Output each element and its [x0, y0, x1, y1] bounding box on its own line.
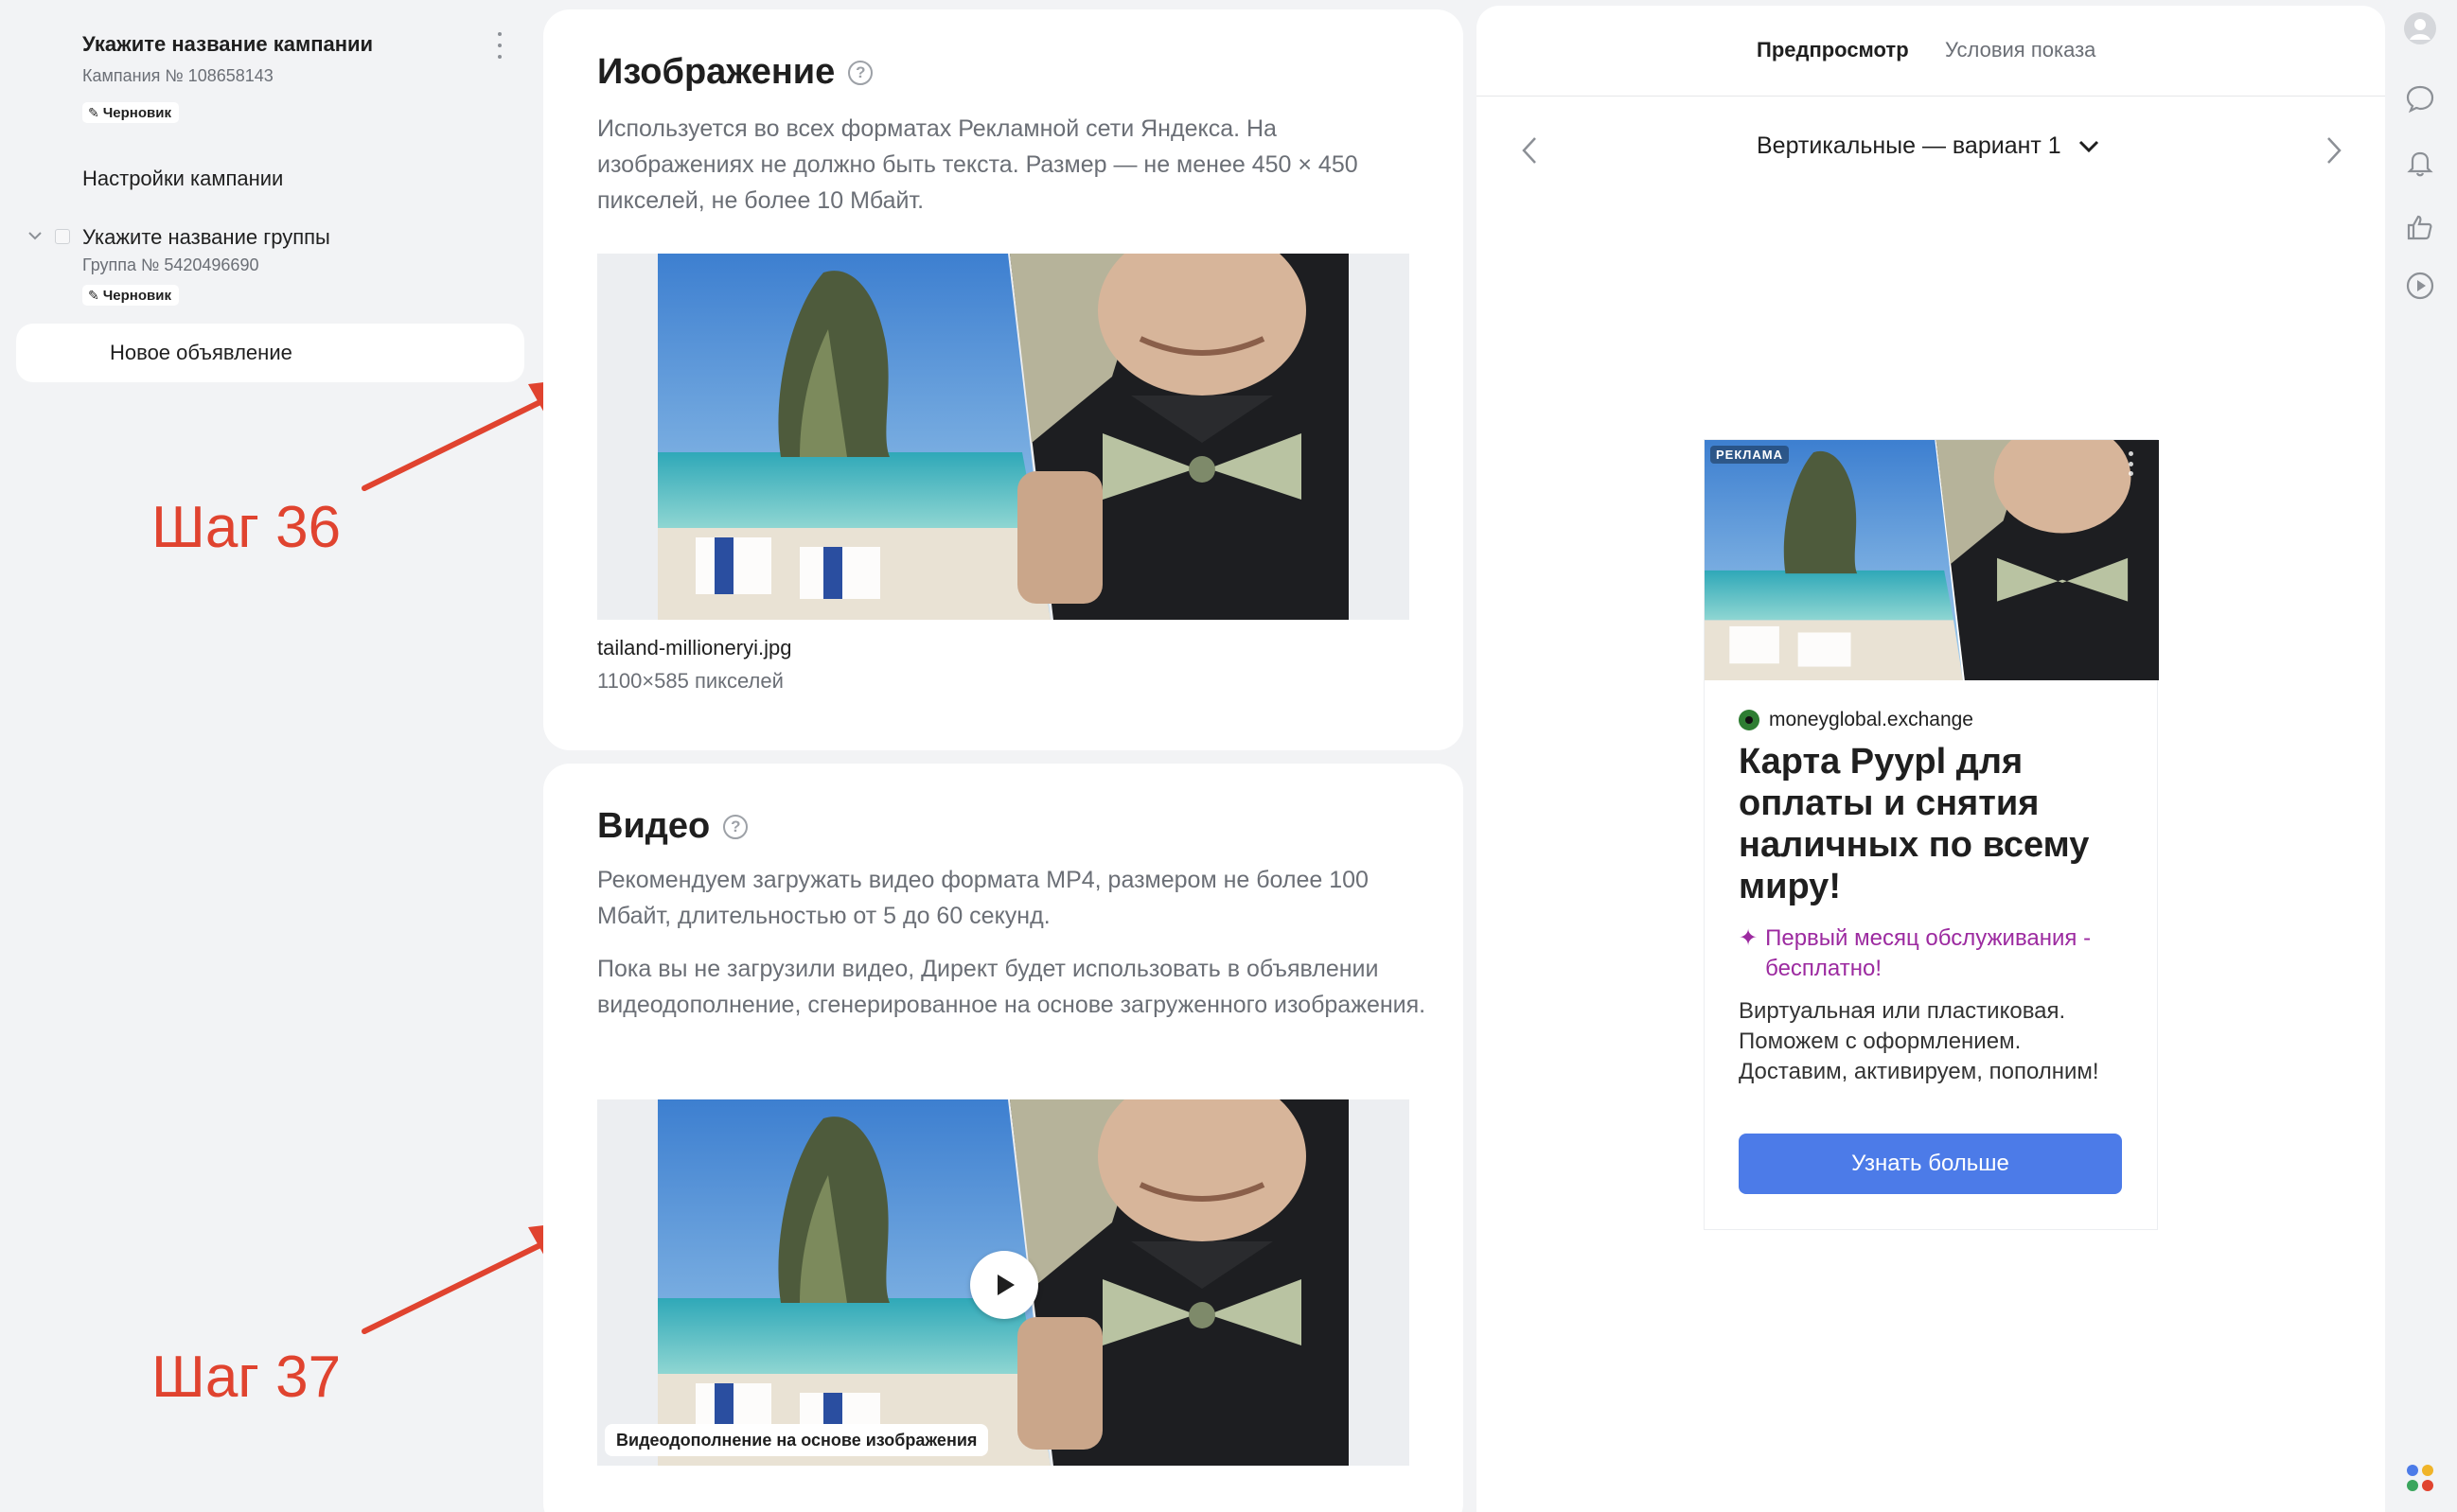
group-title[interactable]: Укажите название группы — [82, 225, 330, 250]
ad-preview: РЕКЛАМА moneyglobal.exchange Карта Pyypl… — [1704, 439, 2159, 1230]
ad-promo-text: Первый месяц обслуживания - бесплатно! — [1765, 925, 2092, 981]
chevron-down-icon[interactable] — [27, 227, 44, 244]
chevron-left-icon[interactable] — [1518, 134, 1541, 167]
campaign-status-badge: ✎ Черновик — [82, 102, 179, 123]
variant-label: Вертикальные — вариант 1 — [1757, 132, 2061, 159]
tab-preview[interactable]: Предпросмотр — [1757, 38, 1909, 62]
tab-display-conditions[interactable]: Условия показа — [1945, 38, 2095, 62]
video-section-title: Видео — [597, 806, 711, 846]
pencil-icon: ✎ — [88, 287, 99, 303]
video-preview[interactable]: Видеодополнение на основе изображения — [597, 1099, 1409, 1466]
ad-promo: ✦ Первый месяц обслуживания - бесплатно! — [1739, 923, 2136, 984]
play-circle-icon[interactable] — [2403, 269, 2437, 303]
campaign-menu-icon[interactable] — [493, 32, 506, 59]
pencil-icon: ✎ — [88, 104, 99, 120]
ad-domain[interactable]: moneyglobal.exchange — [1739, 709, 1973, 731]
ad-image-art — [1705, 440, 2159, 680]
chat-icon[interactable] — [2403, 81, 2437, 115]
ad-image: РЕКЛАМА — [1705, 440, 2159, 680]
chevron-down-icon — [2078, 140, 2098, 152]
sidebar-item-campaign-settings[interactable]: Настройки кампании — [82, 167, 283, 191]
avatar-icon[interactable] — [2403, 11, 2437, 45]
image-file-name: tailand-millioneryi.jpg — [597, 636, 792, 659]
image-thumbnail — [658, 254, 1349, 620]
image-section-heading: Изображение ? — [597, 52, 874, 93]
help-icon[interactable]: ? — [848, 60, 874, 85]
thumbs-up-icon[interactable] — [2403, 210, 2437, 244]
chevron-right-icon[interactable] — [2323, 134, 2345, 167]
ad-domain-text: moneyglobal.exchange — [1769, 709, 1973, 730]
step-36-annotation: Шаг 36 — [151, 495, 342, 560]
image-section-description: Используется во всех форматах Рекламной … — [597, 115, 1358, 214]
ad-menu-icon[interactable] — [2129, 451, 2136, 476]
step-37-annotation: Шаг 37 — [151, 1345, 342, 1410]
new-ad-label: Новое объявление — [110, 341, 292, 364]
group-checkbox[interactable] — [55, 229, 70, 244]
variant-selector[interactable]: Вертикальные — вариант 1 — [1757, 132, 2099, 160]
preview-tabs: Предпросмотр Условия показа — [1476, 6, 2385, 97]
video-section: Видео ? Рекомендуем загружать видео форм… — [543, 764, 1463, 1512]
help-icon[interactable]: ? — [723, 814, 749, 839]
campaign-number: Кампания № 108658143 — [82, 66, 274, 85]
uploaded-image[interactable] — [597, 254, 1409, 620]
ad-title[interactable]: Карта Pyypl для оплаты и снятия наличных… — [1739, 741, 2136, 907]
ad-body: Виртуальная или пластиковая. Поможем с о… — [1739, 998, 2099, 1084]
image-section-title: Изображение — [597, 52, 836, 92]
campaign-status-label: Черновик — [102, 104, 171, 121]
play-icon[interactable] — [970, 1251, 1038, 1319]
group-status-badge: ✎ Черновик — [82, 285, 179, 306]
image-file-size: 1100×585 пикселей — [597, 669, 784, 693]
apps-icon[interactable] — [2403, 1461, 2437, 1495]
ad-label: РЕКЛАМА — [1710, 446, 1790, 464]
video-section-heading: Видео ? — [597, 806, 749, 847]
favicon-icon — [1739, 710, 1759, 730]
video-section-note: Пока вы не загрузили видео, Директ будет… — [597, 956, 1426, 1018]
image-section: Изображение ? Используется во всех форма… — [543, 9, 1463, 750]
video-section-description: Рекомендуем загружать видео формата MP4,… — [597, 867, 1369, 929]
group-status-label: Черновик — [102, 287, 171, 304]
sparkle-icon: ✦ — [1739, 925, 1759, 951]
learn-more-button[interactable]: Узнать больше — [1739, 1134, 2122, 1194]
bell-icon[interactable] — [2403, 146, 2437, 180]
sidebar: Укажите название кампании Кампания № 108… — [0, 0, 592, 1512]
sidebar-item-new-ad[interactable]: Новое объявление — [16, 324, 524, 382]
preview-panel: Предпросмотр Условия показа Вертикальные… — [1476, 6, 2385, 1512]
video-caption: Видеодополнение на основе изображения — [605, 1424, 989, 1456]
campaign-title[interactable]: Укажите название кампании — [82, 32, 373, 57]
group-number: Группа № 5420496690 — [82, 255, 259, 274]
